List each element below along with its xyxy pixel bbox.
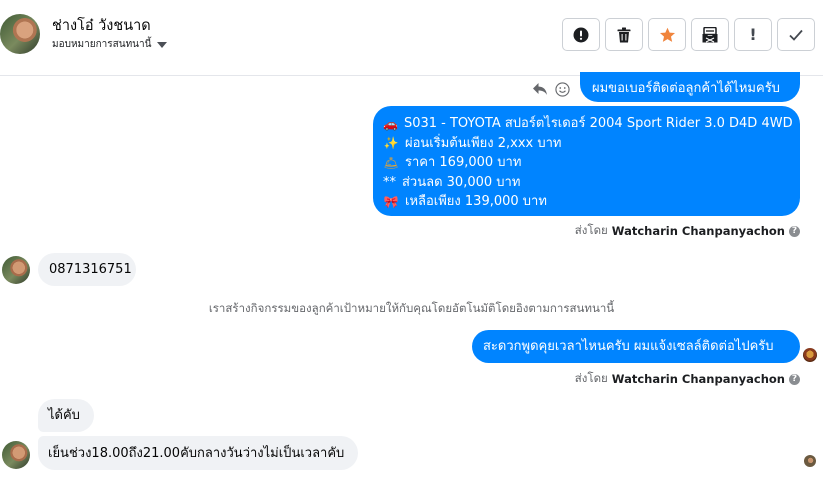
listing-line: 🎀 เหลือเพียง 139,000 บาท	[383, 192, 790, 212]
alert-circle-icon	[573, 27, 589, 42]
contact-avatar[interactable]	[0, 14, 40, 54]
message-text: สะดวกพูดคุยเวลาไหนครับ ผมแจ้งเซลล์ติดต่อ…	[483, 339, 774, 354]
message-text: ได้คับ	[48, 408, 80, 423]
contact-name[interactable]: ช่างโอ๋ วังชนาด	[52, 14, 151, 37]
listing-line: 🚗 S031 - TOYOTA สปอร์ตไรเดอร์ 2004 Sport…	[383, 114, 793, 134]
archive-icon	[702, 26, 718, 42]
chevron-down-icon	[157, 41, 168, 48]
assign-label: มอบหมายการสนทนานี้	[52, 39, 152, 50]
message-text: ผมขอเบอร์ติดต่อลูกค้าได้ไหมครับ	[592, 81, 780, 96]
star-icon	[659, 27, 675, 42]
mark-spam-button[interactable]	[562, 18, 600, 51]
listing-line: ** ส่วนลด 30,000 บาท	[383, 173, 790, 193]
star-button[interactable]	[648, 18, 686, 51]
incoming-message[interactable]: 0871316751	[38, 253, 136, 286]
question-icon[interactable]: ?	[789, 225, 800, 237]
listing-installment: ผ่อนเริ่มต้นเพียง 2,xxx บาท	[405, 135, 562, 151]
seen-indicator-icon	[803, 348, 817, 362]
react-emoji-icon[interactable]	[555, 82, 570, 97]
incoming-message[interactable]: เย็นช่วง18.00ถึง21.00คับกลางวันว่างไม่เป…	[38, 436, 358, 470]
listing-title: S031 - TOYOTA สปอร์ตไรเดอร์ 2004 Sport R…	[403, 116, 793, 131]
message-text: เย็นช่วง18.00ถึง21.00คับกลางวันว่างไม่เป…	[48, 446, 345, 461]
conversation-toolbar: !	[562, 18, 815, 51]
sent-by-prefix: ส่งโดย	[574, 223, 608, 237]
sender-name[interactable]: Watcharin Chanpanyachon	[612, 372, 785, 386]
car-icon: 🚗	[383, 116, 398, 131]
done-button[interactable]	[777, 18, 815, 51]
listing-line: ✨ ผ่อนเริ่มต้นเพียง 2,xxx บาท	[383, 134, 790, 154]
outgoing-message[interactable]: ผมขอเบอร์ติดต่อลูกค้าได้ไหมครับ	[580, 72, 800, 102]
ribbon-icon: 🎀	[383, 194, 399, 209]
exclamation-icon: !	[749, 25, 757, 44]
archive-button[interactable]	[691, 18, 729, 51]
check-icon	[789, 29, 803, 41]
delete-button[interactable]	[605, 18, 643, 51]
system-note: เราสร้างกิจกรรมของลูกค้าเป้าหมายให้กับคุ…	[208, 301, 615, 315]
conversation-header: ช่างโอ๋ วังชนาด มอบหมายการสนทนานี้ !	[0, 0, 823, 76]
asterisks: **	[383, 174, 396, 190]
sent-by-label: ส่งโดย Watcharin Chanpanyachon ?	[575, 222, 800, 240]
mark-unread-button[interactable]: !	[734, 18, 772, 51]
listing-final-price: เหลือเพียง 139,000 บาท	[405, 194, 547, 209]
sender-name[interactable]: Watcharin Chanpanyachon	[612, 224, 785, 238]
question-icon[interactable]: ?	[789, 373, 800, 385]
reply-icon[interactable]	[532, 81, 548, 97]
sparkles-icon: ✨	[383, 136, 399, 151]
sent-by-label: ส่งโดย Watcharin Chanpanyachon ?	[575, 370, 800, 388]
contact-avatar[interactable]	[2, 256, 30, 284]
bell-icon: 🛎	[383, 155, 399, 170]
listing-discount: ส่วนลด 30,000 บาท	[402, 174, 521, 190]
outgoing-listing-message[interactable]: 🚗 S031 - TOYOTA สปอร์ตไรเดอร์ 2004 Sport…	[373, 106, 800, 216]
sent-by-prefix: ส่งโดย	[574, 371, 608, 385]
listing-line: 🛎 ราคา 169,000 บาท	[383, 153, 790, 173]
outgoing-message[interactable]: สะดวกพูดคุยเวลาไหนครับ ผมแจ้งเซลล์ติดต่อ…	[472, 330, 800, 363]
trash-icon	[617, 27, 631, 42]
seen-avatar-icon	[804, 455, 816, 467]
contact-avatar[interactable]	[2, 441, 30, 469]
assign-conversation-dropdown[interactable]: มอบหมายการสนทนานี้	[52, 37, 168, 52]
listing-price: ราคา 169,000 บาท	[405, 155, 522, 170]
message-text: 0871316751	[49, 262, 132, 277]
incoming-message[interactable]: ได้คับ	[38, 399, 94, 432]
